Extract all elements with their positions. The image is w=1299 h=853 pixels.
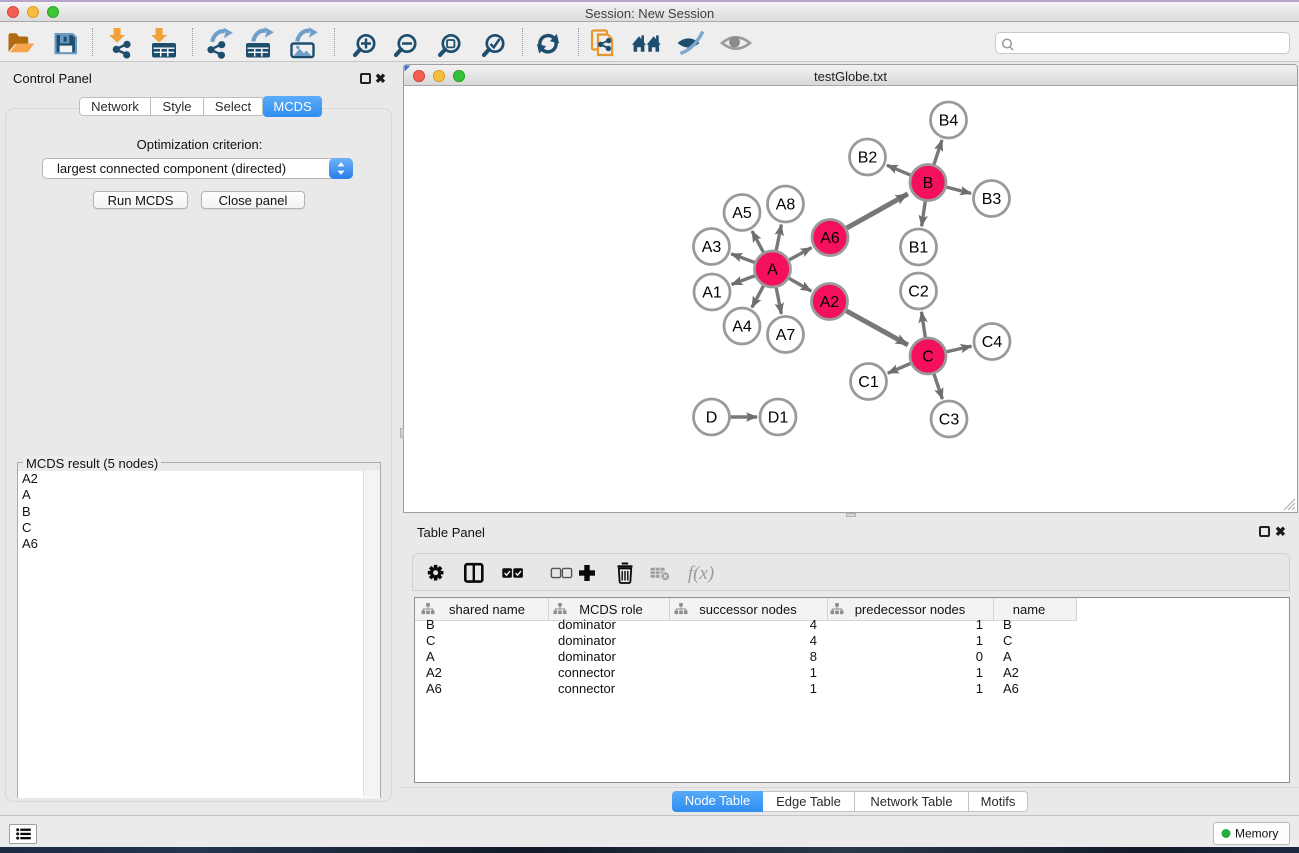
svg-text:C2: C2 (908, 284, 929, 301)
svg-text:C1: C1 (858, 374, 879, 391)
svg-text:C4: C4 (982, 334, 1003, 351)
svg-text:C: C (922, 349, 934, 366)
svg-text:A7: A7 (776, 327, 796, 344)
svg-text:C3: C3 (939, 412, 960, 429)
svg-text:A5: A5 (732, 205, 752, 222)
svg-text:A2: A2 (820, 294, 840, 311)
svg-text:A: A (767, 262, 778, 279)
svg-text:B: B (923, 175, 934, 192)
svg-text:D1: D1 (768, 410, 789, 427)
svg-text:B4: B4 (939, 113, 959, 130)
svg-text:f(x): f(x) (688, 563, 714, 584)
svg-text:A3: A3 (702, 239, 722, 256)
svg-text:B3: B3 (982, 191, 1002, 208)
svg-text:B1: B1 (909, 240, 929, 257)
svg-text:D: D (706, 410, 718, 427)
svg-text:A4: A4 (732, 319, 752, 336)
svg-text:Memory: Memory (1235, 827, 1278, 841)
svg-text:A6: A6 (820, 230, 840, 247)
svg-text:A1: A1 (702, 285, 722, 302)
svg-text:B2: B2 (858, 150, 878, 167)
svg-text:A8: A8 (776, 197, 796, 214)
